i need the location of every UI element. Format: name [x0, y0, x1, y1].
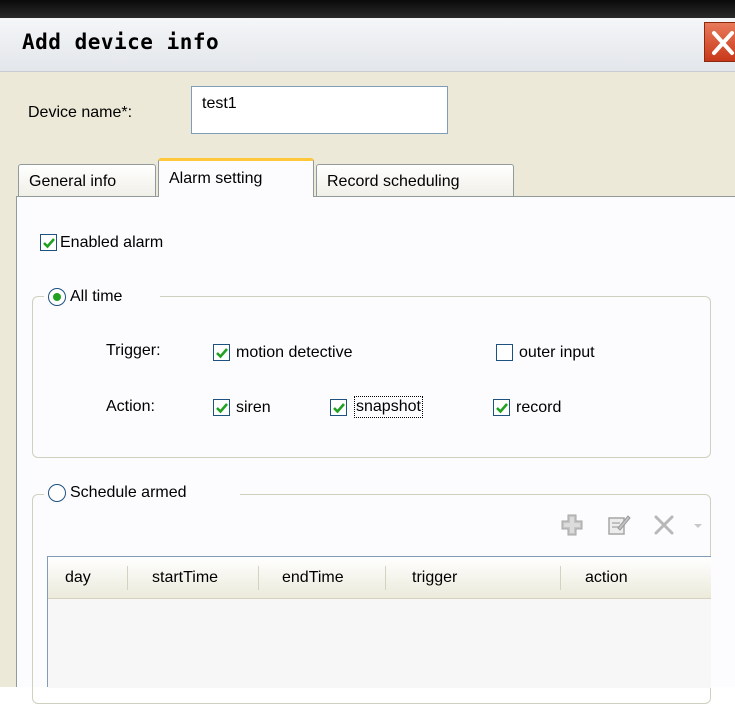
outer-input-label: outer input [519, 344, 595, 361]
column-separator[interactable] [127, 566, 128, 590]
title-bar-top-edge [0, 0, 735, 18]
column-header-action[interactable]: action [585, 569, 628, 587]
trigger-label: Trigger: [106, 342, 161, 359]
column-separator[interactable] [560, 566, 561, 590]
check-icon [216, 403, 228, 414]
tab-record-scheduling[interactable]: Record scheduling [316, 164, 514, 196]
schedule-table: day startTime endTime trigger action [47, 556, 711, 688]
check-icon [43, 238, 55, 249]
check-icon [333, 403, 345, 414]
close-icon [712, 31, 734, 55]
table-body[interactable] [48, 599, 711, 688]
column-header-trigger[interactable]: trigger [412, 569, 457, 587]
table-header: day startTime endTime trigger action [48, 557, 711, 599]
add-icon[interactable] [560, 513, 584, 537]
device-name-input[interactable]: test1 [191, 86, 448, 134]
tab-alarm-setting[interactable]: Alarm setting [158, 158, 314, 197]
window-title: Add device info [22, 30, 220, 54]
delete-icon[interactable] [652, 513, 678, 537]
check-icon [496, 403, 508, 414]
enabled-alarm-checkbox[interactable] [40, 234, 57, 251]
column-header-endtime[interactable]: endTime [282, 569, 344, 587]
edit-icon[interactable] [606, 513, 632, 537]
action-label: Action: [106, 398, 155, 415]
check-icon [216, 348, 228, 359]
column-separator[interactable] [258, 566, 259, 590]
device-name-label: Device name*: [28, 104, 133, 121]
all-time-radio[interactable] [48, 288, 66, 306]
all-time-group [32, 296, 711, 458]
snapshot-label: snapshot [354, 396, 423, 418]
siren-label: siren [236, 399, 271, 416]
motion-detective-checkbox[interactable] [213, 344, 230, 361]
siren-checkbox[interactable] [213, 399, 230, 416]
snapshot-checkbox[interactable] [330, 399, 347, 416]
dropdown-arrow-icon[interactable] [692, 521, 704, 531]
column-header-day[interactable]: day [65, 569, 91, 587]
all-time-label: All time [70, 288, 123, 305]
close-button[interactable] [704, 22, 735, 62]
record-checkbox[interactable] [493, 399, 510, 416]
record-label: record [516, 399, 562, 416]
schedule-armed-radio[interactable] [48, 484, 66, 502]
schedule-armed-label: Schedule armed [70, 484, 187, 501]
enabled-alarm-label: Enabled alarm [60, 234, 164, 251]
motion-detective-label: motion detective [236, 344, 353, 361]
outer-input-checkbox[interactable] [496, 344, 513, 361]
tab-general-info[interactable]: General info [18, 164, 156, 196]
radio-selected-dot [53, 293, 61, 301]
column-header-starttime[interactable]: startTime [152, 569, 218, 587]
column-separator[interactable] [385, 566, 386, 590]
